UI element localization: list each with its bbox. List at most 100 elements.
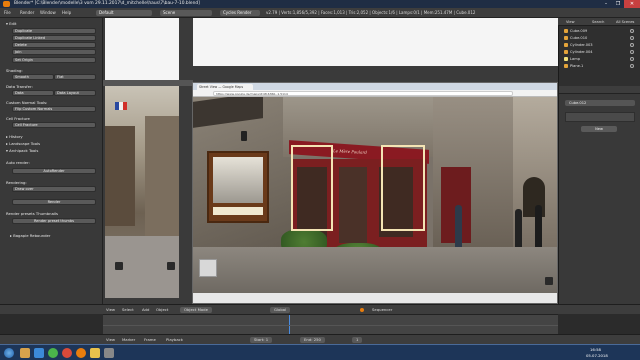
clock-date: 05.07.2018 [586,353,608,358]
blender-logo-icon [3,1,10,7]
street-view-panorama[interactable]: Le Mère Poulard [193,97,557,293]
ie-icon[interactable] [34,348,44,358]
eye-icon[interactable] [630,29,634,33]
smooth-button[interactable]: Smooth [12,74,54,80]
app-taskbar-icon[interactable] [104,348,114,358]
history-header[interactable]: ▸ History [6,134,23,139]
menu-render[interactable]: Render [20,8,34,18]
outliner-item[interactable]: Lamp [564,56,634,62]
landscape-tools-header[interactable]: ▸ Landscape Tools [6,141,40,146]
browser-address-bar: https://www.google.de/maps/@48.6360,-1.5… [193,90,557,97]
close-button[interactable]: ✕ [624,0,640,8]
render-presets-label: Render presets Thumbnails [6,211,58,216]
outliner-item[interactable]: Cube.009 [564,28,634,34]
minimize-button[interactable]: – [600,0,612,8]
image-plane-left-top [105,18,179,80]
outliner-search-menu[interactable]: Search [592,18,604,26]
transform-orientation[interactable]: Global [270,307,291,313]
info-header: File Render Window Help Default Scene Cy… [0,8,640,18]
cell-fracture-button[interactable]: Cell Fracture [12,122,96,128]
pegman-icon[interactable] [545,277,553,285]
clock-time: 16:58 [590,347,601,352]
explorer-icon[interactable] [20,348,30,358]
opera-icon[interactable] [62,348,72,358]
duplicate-button[interactable]: Duplicate [12,28,96,34]
flip-custom-normals-button[interactable]: Flip Custom Normals [12,106,96,112]
image-plane-top [193,18,558,66]
selection-frame-right[interactable] [381,145,425,231]
set-origin-button[interactable]: Set Origin [12,57,96,63]
tool-shelf: ▾ Edit Duplicate Duplicate Linked Delete… [0,18,103,314]
record-icon[interactable] [360,308,364,312]
auto-render-label: Auto render: [6,160,30,165]
window-title-bar: Blender* [C:\Blender\modelle\3 vom 29.11… [0,0,640,8]
maximize-button[interactable]: ❐ [612,0,624,8]
material-slots[interactable] [565,112,635,122]
windows-taskbar: 16:58 05.07.2018 [0,344,640,360]
autorender-button[interactable]: AutoRender [12,168,96,174]
bagapie-header[interactable]: ▸ Bagapie Rebounder [10,233,50,238]
new-material-button[interactable]: New [581,126,617,132]
chrome-icon[interactable] [48,348,58,358]
pegman-icon[interactable] [115,262,123,270]
menu-file[interactable]: File [4,8,11,18]
timeline[interactable] [103,314,558,334]
minimap-thumbnail[interactable] [199,259,217,277]
outliner-item[interactable]: Cube.010 [564,35,634,41]
lantern-icon [241,131,247,141]
selection-frame-left[interactable] [291,145,333,231]
layout-selector[interactable]: Default [96,10,152,16]
start-button-icon[interactable] [4,348,14,358]
flag-icon [115,102,127,110]
outliner-item[interactable]: Plane.1 [564,63,634,69]
start-frame-field[interactable]: Start: 1 [250,337,273,343]
duplicate-linked-button[interactable]: Duplicate Linked [12,35,96,41]
archipack-tools-header[interactable]: ▾ Archipack Tools [6,148,38,153]
data-transfer-label: Data Transfer: [6,84,33,89]
person-1 [455,205,462,247]
eye-icon[interactable] [630,36,634,40]
render-preset-thumbs-button[interactable]: Render preset thumbs [12,218,96,224]
outliner-scene-filter[interactable]: All Scenes [616,18,638,26]
draw-over-selector[interactable]: Draw over [12,186,96,192]
join-button[interactable]: Join [12,49,96,55]
eye-icon[interactable] [630,57,634,61]
menu-window[interactable]: Window [40,8,56,18]
zoom-icon[interactable] [167,262,175,270]
viewport-header: View Select Add Object Object Mode Globa… [0,304,640,314]
eye-icon[interactable] [630,43,634,47]
eye-icon[interactable] [630,50,634,54]
data-button[interactable]: Data [12,90,54,96]
outliner-view-menu[interactable]: View [566,18,575,26]
shop-door [339,167,367,243]
menu-help[interactable]: Help [62,8,71,18]
firefox-icon[interactable] [76,348,86,358]
eye-icon[interactable] [630,64,634,68]
outliner-item[interactable]: Cylinder.003 [564,42,634,48]
framed-poster [207,151,269,223]
delete-button[interactable]: Delete [12,42,96,48]
shading-label: Shading: [6,68,23,73]
mode-selector[interactable]: Object Mode [180,307,212,313]
outliner-item[interactable]: Cylinder.004 [564,49,634,55]
edit-header[interactable]: ▾ Edit [6,21,16,26]
timeline-track [103,325,558,326]
scene-stats: v2.79 | Verts:1,856/5,392 | Faces:1,013 … [266,10,476,15]
scene-selector[interactable]: Scene [160,10,212,16]
outliner-item-label: Cylinder.003 [570,43,593,47]
data-layout-button[interactable]: Data Layout [54,90,96,96]
object-name-field[interactable]: Cube.012 [565,100,635,106]
current-frame-field[interactable]: 1 [352,337,363,343]
blender-taskbar-icon[interactable] [90,348,100,358]
browser-window: Street View — Google Maps https://www.go… [192,82,558,304]
url-field[interactable]: https://www.google.de/maps/@48.6360,-1.5… [213,91,513,96]
render-engine-selector[interactable]: Cycles Render [220,10,260,16]
mesh-icon [564,64,568,68]
render-button[interactable]: Render [12,199,96,205]
browser-tab-strip: Street View — Google Maps [193,83,557,90]
mesh-icon [564,29,568,33]
properties-tabs[interactable] [559,86,640,94]
flat-button[interactable]: Flat [54,74,96,80]
window-controls: – ❐ ✕ [600,0,640,8]
end-frame-field[interactable]: End: 250 [300,337,325,343]
